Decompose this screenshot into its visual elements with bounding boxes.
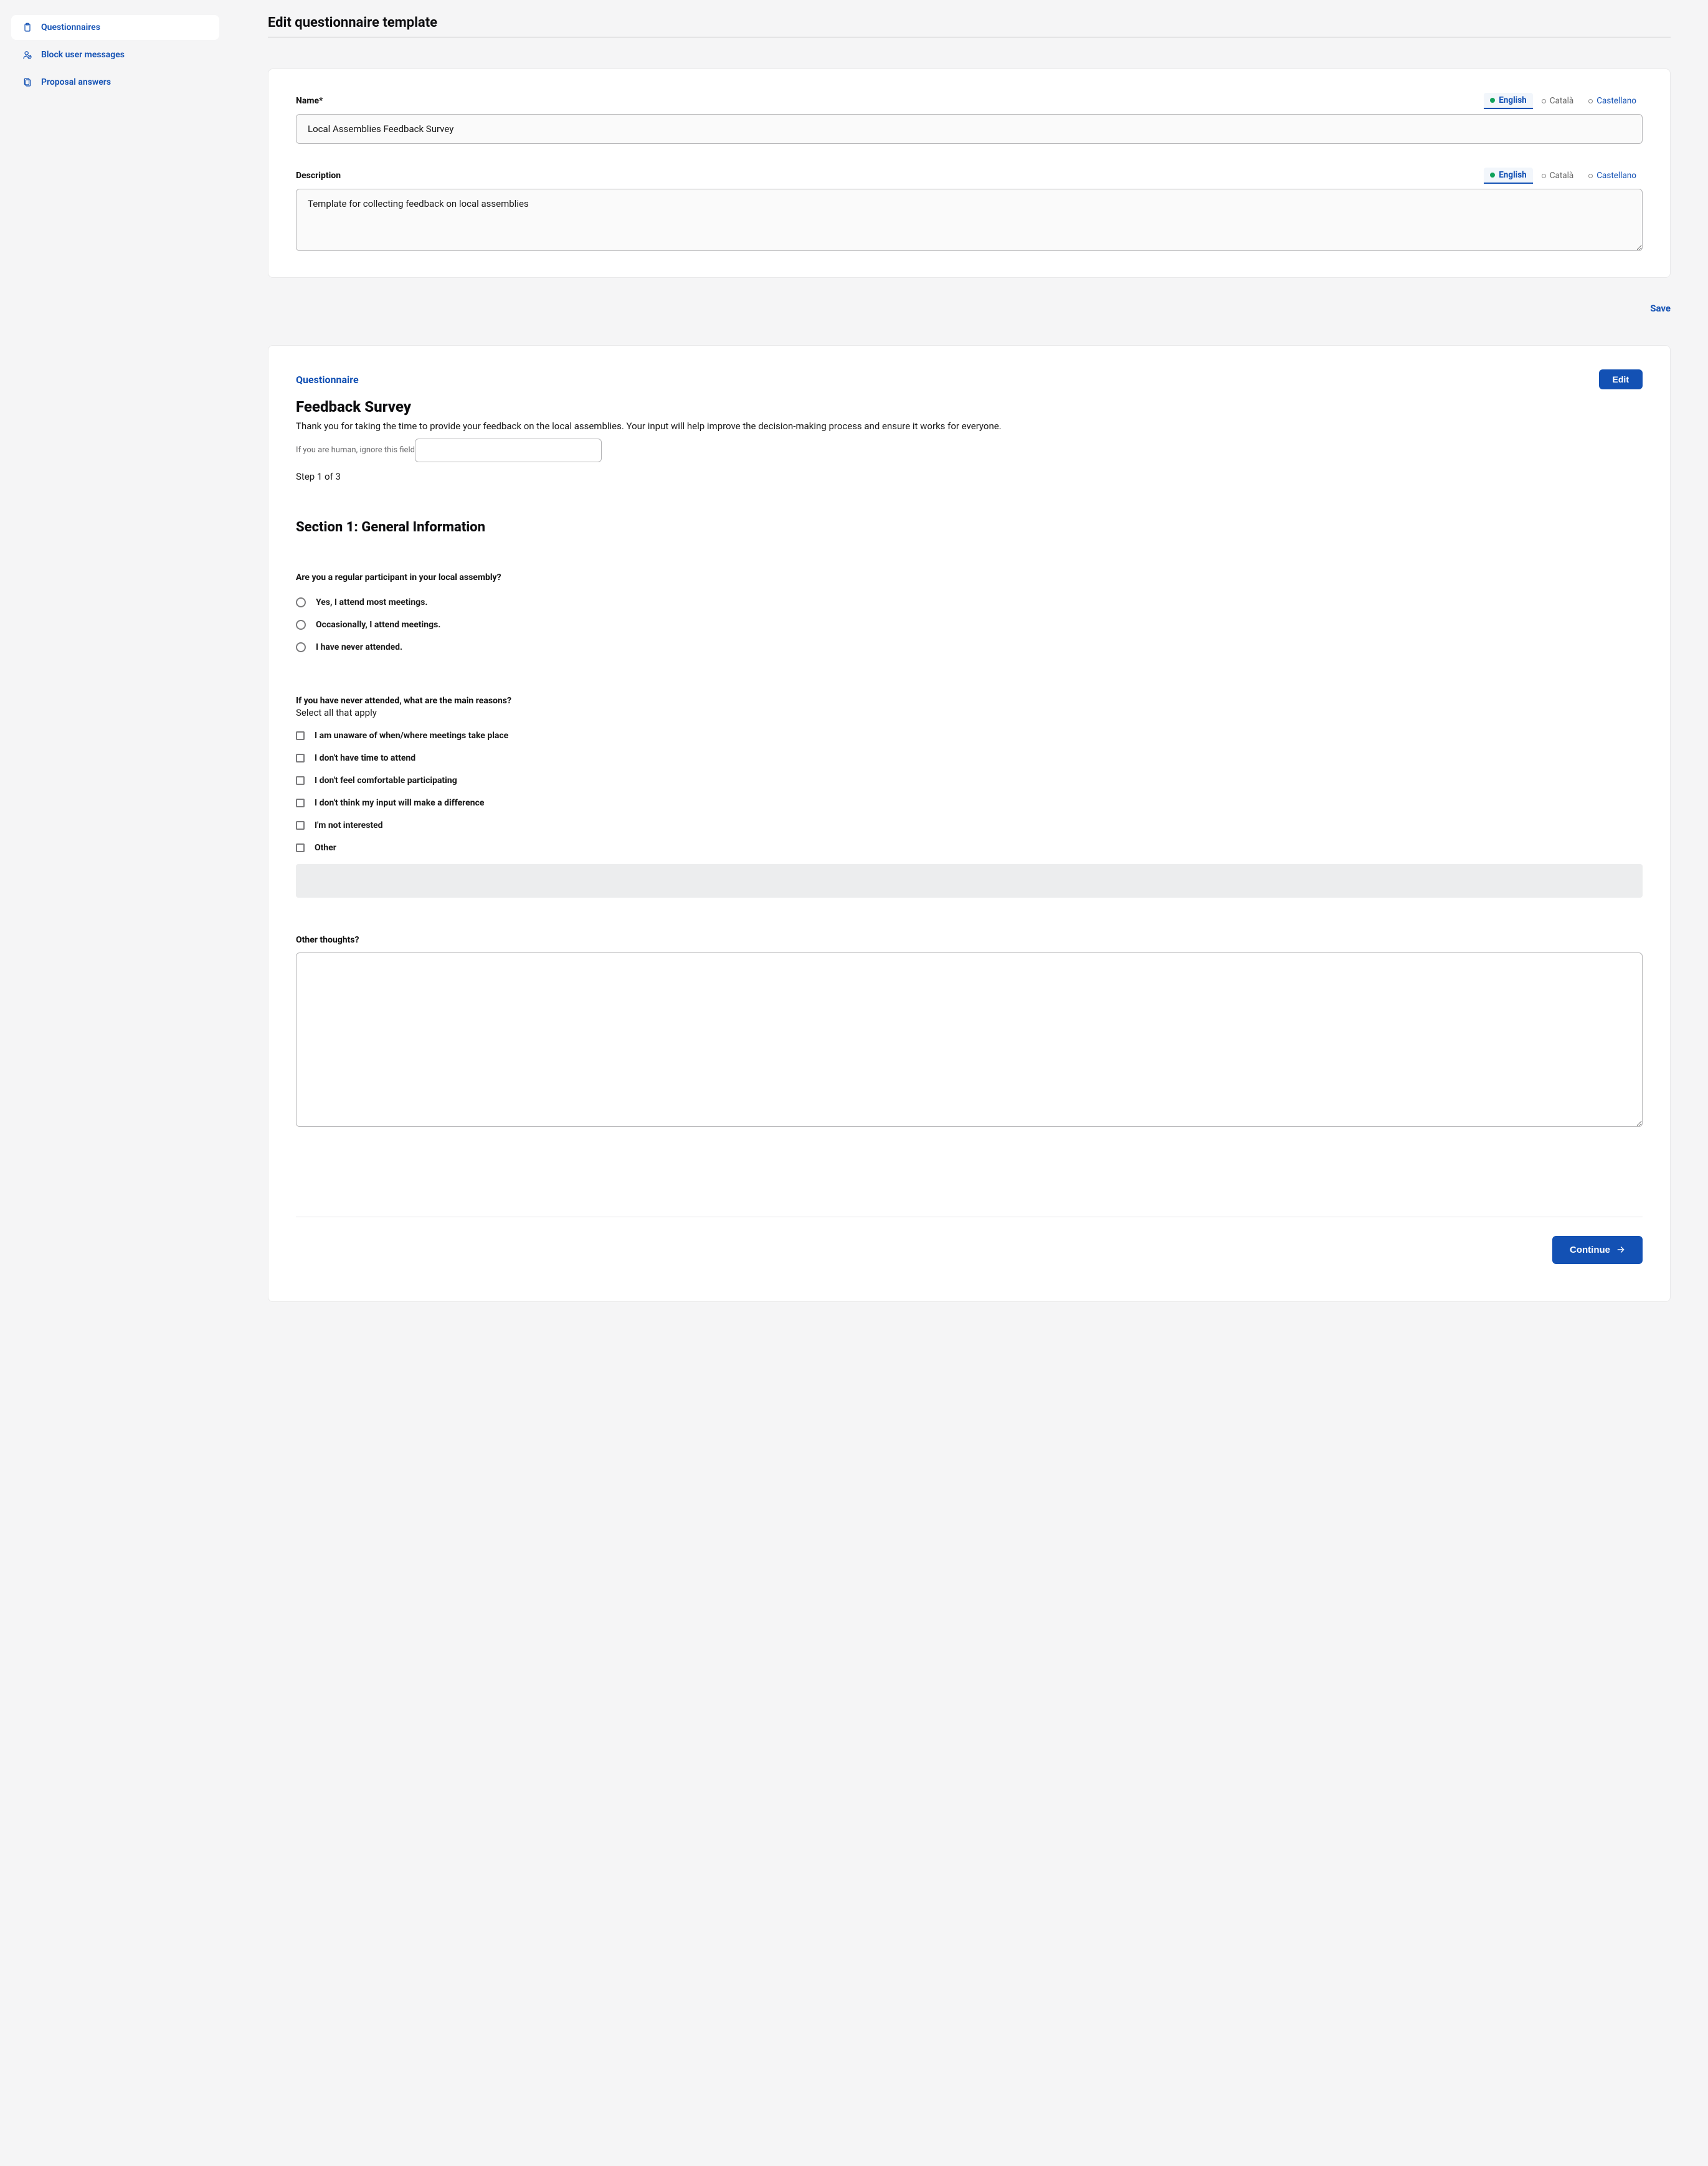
description-field-row: Description English Català Castellano <box>296 168 1643 254</box>
page-title: Edit questionnaire template <box>268 15 1671 31</box>
sidebar: Questionnaires Block user messages Proposa… <box>0 0 230 2166</box>
continue-button[interactable]: Continue <box>1552 1236 1643 1264</box>
edit-card: Name* English Català Castellano Descriptio… <box>268 69 1671 278</box>
sidebar-item-label: Questionnaires <box>41 22 100 32</box>
document-icon <box>22 77 32 87</box>
lang-tab-english[interactable]: English <box>1484 168 1533 184</box>
checkbox-input[interactable] <box>296 776 305 785</box>
name-label: Name* <box>296 96 323 106</box>
question-2: If you have never attended, what are the… <box>296 696 1643 898</box>
option-label: I don't think my input will make a diffe… <box>315 798 484 808</box>
checkbox-input[interactable] <box>296 821 305 830</box>
question-2-label: If you have never attended, what are the… <box>296 696 1643 706</box>
question-1: Are you a regular participant in your lo… <box>296 572 1643 658</box>
option-label: Occasionally, I attend meetings. <box>316 620 440 630</box>
option-label: I have never attended. <box>316 642 402 652</box>
lang-tab-label: Català <box>1550 96 1574 106</box>
checkbox-option: Other <box>296 837 1643 859</box>
option-label: Other <box>315 843 336 853</box>
checkbox-input[interactable] <box>296 731 305 740</box>
status-dot-icon <box>1490 173 1495 178</box>
description-label: Description <box>296 171 341 181</box>
option-label: I am unaware of when/where meetings take… <box>315 731 508 741</box>
description-input[interactable] <box>296 189 1643 251</box>
question-3-label: Other thoughts? <box>296 935 1643 945</box>
status-dot-icon <box>1490 98 1495 103</box>
radio-option: Yes, I attend most meetings. <box>296 591 1643 614</box>
name-input[interactable] <box>296 114 1643 144</box>
checkbox-option: I don't think my input will make a diffe… <box>296 792 1643 814</box>
option-label: I'm not interested <box>315 820 383 830</box>
question-3: Other thoughts? <box>296 935 1643 1129</box>
name-field-row: Name* English Català Castellano <box>296 93 1643 144</box>
lang-tabs-name: English Català Castellano <box>1484 93 1643 109</box>
preview-card: Questionnaire Edit Feedback Survey Thank… <box>268 345 1671 1302</box>
lang-tab-english[interactable]: English <box>1484 93 1533 109</box>
honeypot-input[interactable] <box>415 439 602 462</box>
honeypot-label: If you are human, ignore this field <box>296 445 415 455</box>
radio-input[interactable] <box>296 597 306 607</box>
main-content: Edit questionnaire template Name* Englis… <box>230 0 1708 2166</box>
status-dot-icon <box>1588 174 1593 178</box>
sidebar-item-label: Block user messages <box>41 50 125 60</box>
radio-input[interactable] <box>296 642 306 652</box>
checkbox-option: I'm not interested <box>296 814 1643 837</box>
status-dot-icon <box>1542 174 1546 178</box>
status-dot-icon <box>1588 99 1593 103</box>
radio-option: Occasionally, I attend meetings. <box>296 614 1643 636</box>
checkbox-input[interactable] <box>296 799 305 807</box>
other-thoughts-textarea[interactable] <box>296 952 1643 1127</box>
lang-tab-label: English <box>1499 170 1527 180</box>
lang-tab-label: Català <box>1550 171 1574 181</box>
lang-tab-label: Castellano <box>1597 171 1636 181</box>
lang-tab-català[interactable]: Català <box>1535 168 1580 184</box>
checkbox-option: I don't feel comfortable participating <box>296 769 1643 792</box>
save-button[interactable]: Save <box>1650 303 1671 314</box>
option-label: I don't feel comfortable participating <box>315 776 457 786</box>
user-block-icon <box>22 50 32 60</box>
survey-title: Feedback Survey <box>296 398 1643 416</box>
sidebar-item-questionnaires[interactable]: Questionnaires <box>11 15 219 40</box>
sidebar-item-label: Proposal answers <box>41 77 111 87</box>
checkbox-input[interactable] <box>296 843 305 852</box>
question-1-label: Are you a regular participant in your lo… <box>296 572 1643 582</box>
continue-button-label: Continue <box>1570 1245 1610 1255</box>
radio-input[interactable] <box>296 620 306 630</box>
checkbox-option: I don't have time to attend <box>296 747 1643 769</box>
lang-tab-castellano[interactable]: Castellano <box>1582 93 1643 109</box>
clipboard-icon <box>22 22 32 32</box>
other-text-input[interactable] <box>296 864 1643 898</box>
option-label: Yes, I attend most meetings. <box>316 597 427 607</box>
edit-button[interactable]: Edit <box>1599 369 1643 389</box>
questionnaire-tab[interactable]: Questionnaire <box>296 374 359 386</box>
sidebar-item-proposal-answers[interactable]: Proposal answers <box>11 70 219 95</box>
honeypot-row: If you are human, ignore this field <box>296 439 1643 462</box>
radio-option: I have never attended. <box>296 636 1643 658</box>
checkbox-option: I am unaware of when/where meetings take… <box>296 724 1643 747</box>
question-2-helper: Select all that apply <box>296 707 1643 718</box>
lang-tab-label: Castellano <box>1597 96 1636 106</box>
status-dot-icon <box>1542 99 1546 103</box>
option-label: I don't have time to attend <box>315 753 415 763</box>
lang-tabs-description: English Català Castellano <box>1484 168 1643 184</box>
step-indicator: Step 1 of 3 <box>296 471 1643 482</box>
lang-tab-castellano[interactable]: Castellano <box>1582 168 1643 184</box>
lang-tab-català[interactable]: Català <box>1535 93 1580 109</box>
checkbox-input[interactable] <box>296 754 305 762</box>
arrow-right-icon <box>1616 1245 1625 1254</box>
sidebar-item-block-user-messages[interactable]: Block user messages <box>11 42 219 67</box>
lang-tab-label: English <box>1499 95 1527 105</box>
survey-description: Thank you for taking the time to provide… <box>296 419 1643 434</box>
section-title: Section 1: General Information <box>296 520 1643 535</box>
